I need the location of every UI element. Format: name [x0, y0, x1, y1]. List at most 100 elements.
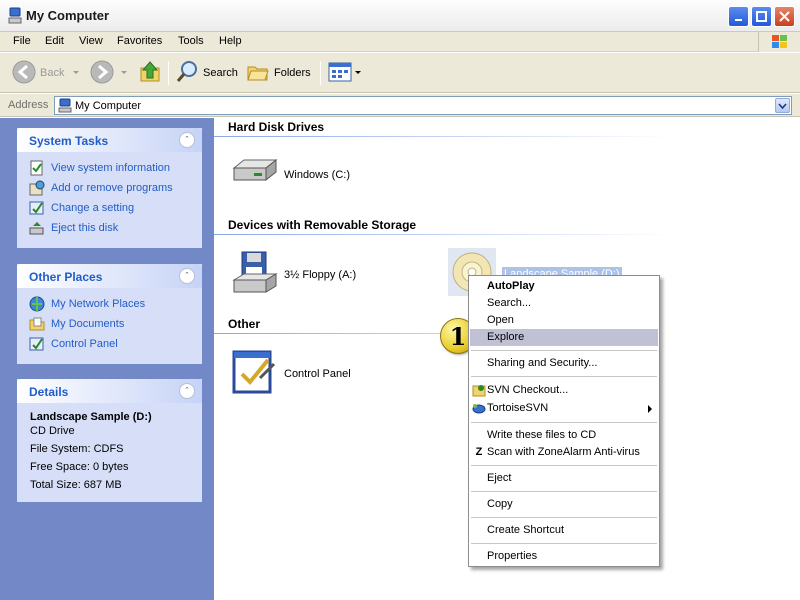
menu-item-label: SVN Checkout... [487, 384, 569, 396]
views-button[interactable] [328, 60, 362, 86]
system-tasks-title: System Tasks [29, 134, 109, 148]
group-removable-storage: Devices with Removable Storage [228, 218, 417, 232]
group-other: Other [228, 317, 261, 331]
title-bar: My Computer [0, 0, 800, 32]
task-label: Change a setting [51, 202, 135, 214]
menu-separator [471, 517, 657, 518]
group-divider [214, 136, 674, 137]
menu-file[interactable]: File [13, 35, 31, 47]
folders-icon [246, 60, 270, 87]
context-menu: AutoPlay Search... Open Explore Sharing … [468, 275, 660, 567]
drive-label: Windows (C:) [284, 168, 351, 181]
details-header[interactable]: Details ˆ [17, 379, 202, 403]
maximize-button[interactable] [751, 6, 772, 27]
drive-floppy-a[interactable]: 3½ Floppy (A:) [230, 250, 356, 299]
place-control-panel[interactable]: Control Panel [29, 334, 192, 354]
zonealarm-icon: Z [475, 446, 483, 458]
floppy-drive-icon [230, 250, 278, 299]
collapse-icon[interactable]: ˆ [179, 268, 195, 284]
menu-separator [471, 376, 657, 377]
my-computer-icon [8, 7, 22, 25]
chevron-down-icon [73, 71, 80, 74]
menu-separator [471, 350, 657, 351]
system-info-icon [29, 160, 45, 176]
task-view-system-information[interactable]: View system information [29, 158, 192, 178]
menu-edit[interactable]: Edit [45, 35, 64, 47]
drive-windows-c[interactable]: Windows (C:) [230, 156, 350, 193]
search-icon [175, 60, 199, 87]
task-change-setting[interactable]: Change a setting [29, 198, 192, 218]
system-tasks-panel: System Tasks ˆ View system information A… [17, 128, 202, 248]
menu-item-label: Scan with ZoneAlarm Anti-virus [487, 446, 640, 458]
close-button[interactable] [774, 6, 795, 27]
views-icon [328, 61, 352, 86]
other-places-panel: Other Places ˆ My Network Places My Docu… [17, 264, 202, 364]
menu-separator [471, 491, 657, 492]
menu-item-open[interactable]: Open [470, 312, 658, 329]
collapse-icon[interactable]: ˆ [179, 383, 195, 399]
menu-item-properties[interactable]: Properties [470, 548, 658, 565]
menu-view[interactable]: View [79, 35, 103, 47]
control-panel-icon [29, 336, 45, 352]
address-input[interactable]: My Computer [54, 96, 792, 115]
address-label: Address [8, 99, 49, 111]
details-file-system: File System: CDFS [30, 443, 124, 455]
toolbar-separator [320, 61, 321, 85]
item-control-panel[interactable]: Control Panel [230, 348, 351, 399]
address-dropdown-button[interactable] [775, 98, 790, 113]
menu-item-eject[interactable]: Eject [470, 470, 658, 487]
menu-item-create-shortcut[interactable]: Create Shortcut [470, 522, 658, 539]
my-documents-icon [29, 316, 45, 332]
window-title: My Computer [26, 8, 110, 23]
hard-drive-icon [230, 156, 278, 193]
minimize-button[interactable] [728, 6, 749, 27]
task-label: Add or remove programs [51, 182, 173, 194]
menu-item-scan-zonealarm[interactable]: Z Scan with ZoneAlarm Anti-virus [470, 444, 658, 461]
folders-button[interactable]: Folders [246, 60, 311, 86]
place-my-documents[interactable]: My Documents [29, 314, 192, 334]
forward-button[interactable] [90, 60, 130, 86]
group-hard-disk-drives: Hard Disk Drives [228, 120, 325, 134]
collapse-icon[interactable]: ˆ [179, 132, 195, 148]
task-pane: System Tasks ˆ View system information A… [0, 118, 214, 600]
chevron-down-icon [121, 71, 127, 74]
drive-label: 3½ Floppy (A:) [284, 268, 357, 281]
menu-item-tortoisesvn[interactable]: TortoiseSVN [470, 400, 658, 417]
menu-item-svn-checkout[interactable]: SVN Checkout... [470, 382, 658, 399]
toolbar: Back Search Folders [0, 53, 800, 93]
other-places-header[interactable]: Other Places ˆ [17, 264, 202, 288]
task-eject-disk[interactable]: Eject this disk [29, 218, 192, 238]
menu-favorites[interactable]: Favorites [117, 35, 162, 47]
menu-item-write-to-cd[interactable]: Write these files to CD [470, 427, 658, 444]
details-body: Landscape Sample (D:) CD Drive File Syst… [17, 403, 202, 502]
up-folder-button[interactable] [139, 60, 163, 86]
task-label: View system information [51, 162, 171, 174]
toolbar-separator [168, 61, 169, 85]
search-button[interactable]: Search [175, 60, 238, 86]
task-add-remove-programs[interactable]: Add or remove programs [29, 178, 192, 198]
place-my-network-places[interactable]: My Network Places [29, 294, 192, 314]
menu-item-autoplay[interactable]: AutoPlay [470, 278, 658, 295]
control-panel-icon [29, 200, 45, 216]
menu-item-copy[interactable]: Copy [470, 496, 658, 513]
details-free-space: Free Space: 0 bytes [30, 461, 129, 473]
submenu-arrow-icon [648, 405, 652, 413]
menu-separator [471, 422, 657, 423]
address-value: My Computer [75, 100, 142, 112]
system-tasks-header[interactable]: System Tasks ˆ [17, 128, 202, 152]
forward-arrow-icon [90, 60, 114, 87]
control-panel-icon [230, 348, 278, 399]
menu-item-search[interactable]: Search... [470, 295, 658, 312]
menu-item-sharing-security[interactable]: Sharing and Security... [470, 355, 658, 372]
back-button[interactable]: Back [12, 60, 82, 86]
group-divider [214, 234, 674, 235]
folders-label: Folders [274, 67, 311, 79]
back-label: Back [40, 67, 65, 79]
task-label: Eject this disk [51, 222, 119, 234]
menu-help[interactable]: Help [219, 35, 242, 47]
menu-item-explore[interactable]: Explore [470, 329, 658, 346]
menu-item-label: TortoiseSVN [487, 402, 549, 414]
menu-tools[interactable]: Tools [178, 35, 204, 47]
details-title: Details [29, 385, 69, 399]
back-arrow-icon [12, 60, 36, 87]
